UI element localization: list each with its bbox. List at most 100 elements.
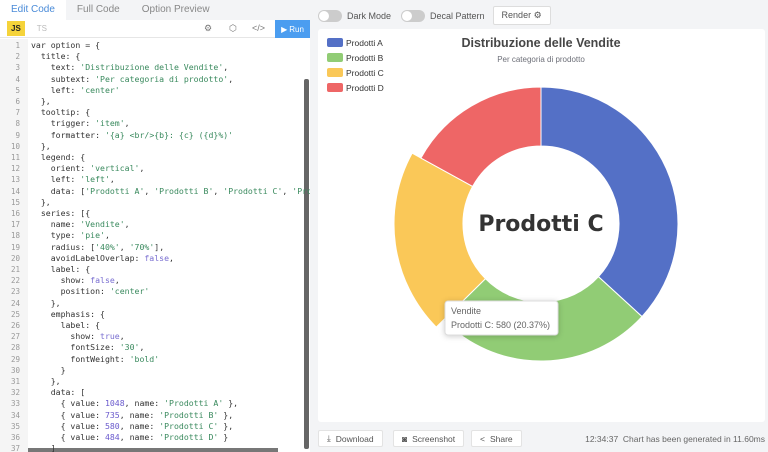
code-token: },: [31, 376, 61, 386]
code-token: },: [218, 420, 234, 431]
code-text: { value: 735, name: 'Prodotti B' },: [31, 409, 234, 421]
line-number: 34: [10, 410, 20, 420]
code-token: 1048: [104, 398, 125, 409]
code-token: ,: [109, 174, 115, 185]
code-line: 19 radius: ['40%', '70%'],: [0, 242, 310, 253]
legend-item[interactable]: Prodotti C: [327, 68, 384, 78]
code-text: label: {: [31, 320, 100, 331]
code-text: },: [31, 376, 61, 387]
line-number: 8: [15, 119, 20, 129]
code-line: 37 ]: [0, 443, 310, 452]
code-token: ,: [119, 331, 125, 342]
line-number: 4: [15, 74, 20, 84]
line-number: 12: [10, 164, 20, 174]
run-button[interactable]: ▶ Run: [275, 20, 310, 38]
tooltip-text: Prodotti C: 580 (20.37%): [451, 320, 550, 330]
chart-title: Distribuzione delle Vendite: [461, 36, 620, 50]
code-line: 15 },: [0, 197, 310, 208]
code-line: 16 series: [{: [0, 208, 310, 219]
line-number: 1: [15, 41, 20, 50]
code-line: 7 tooltip: {: [0, 107, 310, 118]
code-token: },: [31, 297, 61, 308]
line-number: 20: [10, 253, 20, 263]
code-line: 12 orient: 'vertical',: [0, 163, 310, 174]
box-icon[interactable]: ⬡: [229, 23, 237, 34]
code-token: position:: [31, 286, 110, 297]
code-token: legend: {: [31, 152, 86, 162]
line-number: 5: [15, 85, 20, 95]
chart-toolbar: Dark Mode Decal Pattern Render ⚙: [318, 6, 551, 25]
pie-slice-prodotti-a[interactable]: [540, 86, 679, 318]
code-token: type:: [31, 230, 81, 241]
code-token: 'bold': [129, 353, 160, 364]
code-panel: Edit Code Full Code Option Preview JS TS…: [0, 0, 310, 452]
code-token: { value:: [31, 432, 105, 442]
legend-item[interactable]: Prodotti A: [327, 38, 383, 48]
js-language-button[interactable]: JS: [7, 21, 25, 36]
code-token: ,: [223, 62, 229, 73]
code-token: emphasis: {: [31, 308, 105, 319]
share-label: Share: [489, 433, 513, 444]
code-text: position: 'center': [31, 286, 150, 297]
code-token: 'item': [95, 118, 125, 129]
line-number: 31: [10, 377, 20, 386]
legend-item[interactable]: Prodotti B: [327, 53, 384, 63]
settings-icon[interactable]: ⚙: [204, 23, 212, 34]
code-token: '70%': [129, 241, 155, 252]
download-button[interactable]: ⤓ Download: [318, 430, 383, 447]
share-button[interactable]: < Share: [471, 430, 522, 447]
code-token: ,: [213, 185, 224, 196]
render-button[interactable]: Render ⚙: [492, 6, 551, 25]
code-token: { value:: [31, 398, 105, 409]
code-line: 11 legend: {: [0, 152, 310, 163]
legend-label: Prodotti D: [346, 83, 384, 93]
code-text: avoidLabelOverlap: false,: [31, 253, 174, 264]
line-number: 3: [15, 63, 20, 73]
code-token: left:: [31, 84, 81, 95]
tab-edit-code[interactable]: Edit Code: [0, 0, 66, 20]
code-token: ]: [31, 443, 56, 452]
code-token: fontSize:: [31, 342, 120, 353]
code-token: 'vertical': [90, 163, 140, 174]
line-number: 6: [15, 97, 20, 106]
line-number: 11: [10, 153, 20, 162]
code-icon[interactable]: </>: [252, 23, 265, 33]
code-text: tooltip: {: [31, 107, 90, 118]
code-token: '30': [119, 342, 140, 353]
screenshot-button[interactable]: ◙ Screenshot: [393, 430, 465, 447]
decal-pattern-toggle[interactable]: [401, 9, 426, 22]
code-text: fontSize: '30',: [31, 342, 144, 353]
code-token: ],: [154, 241, 165, 252]
code-token: ,: [139, 342, 145, 353]
code-token: 'Prodotti B': [159, 409, 219, 420]
status-bar: 12:34:37 Chart has been generated in 11.…: [585, 434, 765, 444]
dark-mode-toggle[interactable]: [318, 9, 342, 22]
line-number: 2: [15, 52, 20, 62]
code-token: ,: [119, 241, 130, 252]
tab-full-code[interactable]: Full Code: [66, 0, 131, 20]
code-editor[interactable]: 1 var option = {2 title: {3 text: 'Distri…: [0, 39, 310, 452]
code-line: 28 fontSize: '30',: [0, 342, 310, 353]
status-message: Chart has been generated in 11.60ms: [622, 434, 765, 444]
line-number: 16: [10, 209, 20, 218]
line-number: 15: [10, 197, 20, 207]
status-time: 12:34:37: [585, 434, 619, 444]
code-line: 24 },: [0, 298, 310, 309]
legend-item[interactable]: Prodotti D: [327, 83, 384, 93]
legend-label: Prodotti A: [346, 38, 383, 48]
code-token: },: [223, 398, 239, 409]
code-token: name:: [31, 219, 81, 230]
code-text: fontWeight: 'bold': [31, 354, 159, 365]
tab-option-preview[interactable]: Option Preview: [131, 0, 221, 20]
code-token: radius: [: [31, 241, 96, 252]
code-token: '40%': [95, 241, 120, 252]
code-line: 2 title: {: [0, 51, 310, 62]
code-token: series: [{: [31, 208, 91, 218]
code-token: tooltip: {: [31, 107, 91, 118]
code-line: 9 formatter: '{a} <br/>{b}: {c} ({d}%)': [0, 130, 310, 141]
line-number: 26: [10, 321, 20, 330]
code-token: title: {: [31, 51, 81, 62]
code-text: { value: 580, name: 'Prodotti C' },: [31, 420, 234, 432]
code-text: left: 'center': [31, 85, 120, 96]
ts-language-button[interactable]: TS: [37, 24, 47, 33]
